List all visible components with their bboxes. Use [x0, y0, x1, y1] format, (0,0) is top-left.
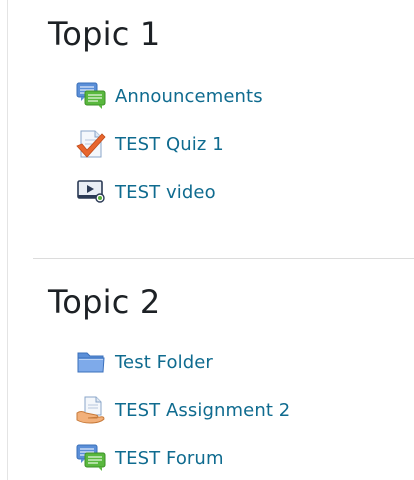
assignment-icon	[76, 395, 106, 425]
section-title-topic-2: Topic 2	[48, 283, 161, 321]
activity-test-assignment-2[interactable]: TEST Assignment 2	[76, 395, 290, 425]
video-icon	[76, 177, 106, 207]
activity-label[interactable]: TEST Assignment 2	[115, 400, 290, 421]
activity-label[interactable]: Test Folder	[115, 352, 213, 373]
activity-label[interactable]: TEST video	[115, 182, 216, 203]
activity-test-folder[interactable]: Test Folder	[76, 347, 213, 377]
activity-announcements[interactable]: Announcements	[76, 81, 263, 111]
activity-label[interactable]: Announcements	[115, 86, 263, 107]
activity-test-quiz-1[interactable]: TEST Quiz 1	[76, 129, 224, 159]
forum-icon	[76, 443, 106, 473]
activity-label[interactable]: TEST Forum	[115, 448, 224, 469]
folder-icon	[76, 347, 106, 377]
activity-test-forum[interactable]: TEST Forum	[76, 443, 224, 473]
section-divider	[33, 258, 414, 259]
forum-icon	[76, 81, 106, 111]
course-content-border	[7, 0, 8, 480]
section-title-topic-1: Topic 1	[48, 15, 161, 53]
activity-test-video[interactable]: TEST video	[76, 177, 216, 207]
quiz-icon	[76, 129, 106, 159]
activity-label[interactable]: TEST Quiz 1	[115, 134, 224, 155]
